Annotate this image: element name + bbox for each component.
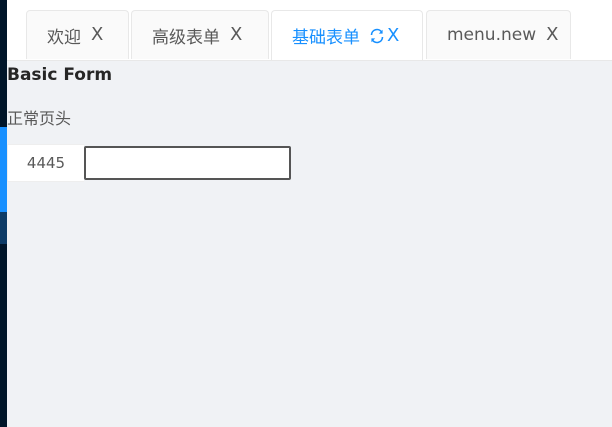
page-header-text: 正常页头 [7,109,72,128]
tab-advanced-form[interactable]: 高级表单 X [131,10,269,59]
text-input[interactable] [84,146,291,180]
input-addon: 4445 [7,144,84,182]
tab-welcome[interactable]: 欢迎 X [26,10,129,59]
close-icon[interactable]: X [230,26,242,44]
sidebar-edge [0,0,7,427]
tab-label: 欢迎 [47,27,81,48]
page-title: Basic Form [7,65,113,85]
tab-bar: 欢迎 X 高级表单 X 基础表单 X menu.new X [7,0,612,61]
close-icon[interactable]: X [546,26,558,44]
tab-label: menu.new [447,25,537,45]
sidebar-submenu-indicator [0,212,7,244]
tab-basic-form[interactable]: 基础表单 X [271,10,423,60]
tab-label: 基础表单 [292,28,360,48]
reload-icon[interactable] [369,28,385,44]
tab-menu-new[interactable]: menu.new X [426,10,571,59]
close-icon[interactable]: X [91,26,103,44]
close-icon[interactable]: X [387,26,399,45]
page-content: Basic Form 正常页头 4445 [7,61,612,427]
tab-label: 高级表单 [152,27,220,48]
